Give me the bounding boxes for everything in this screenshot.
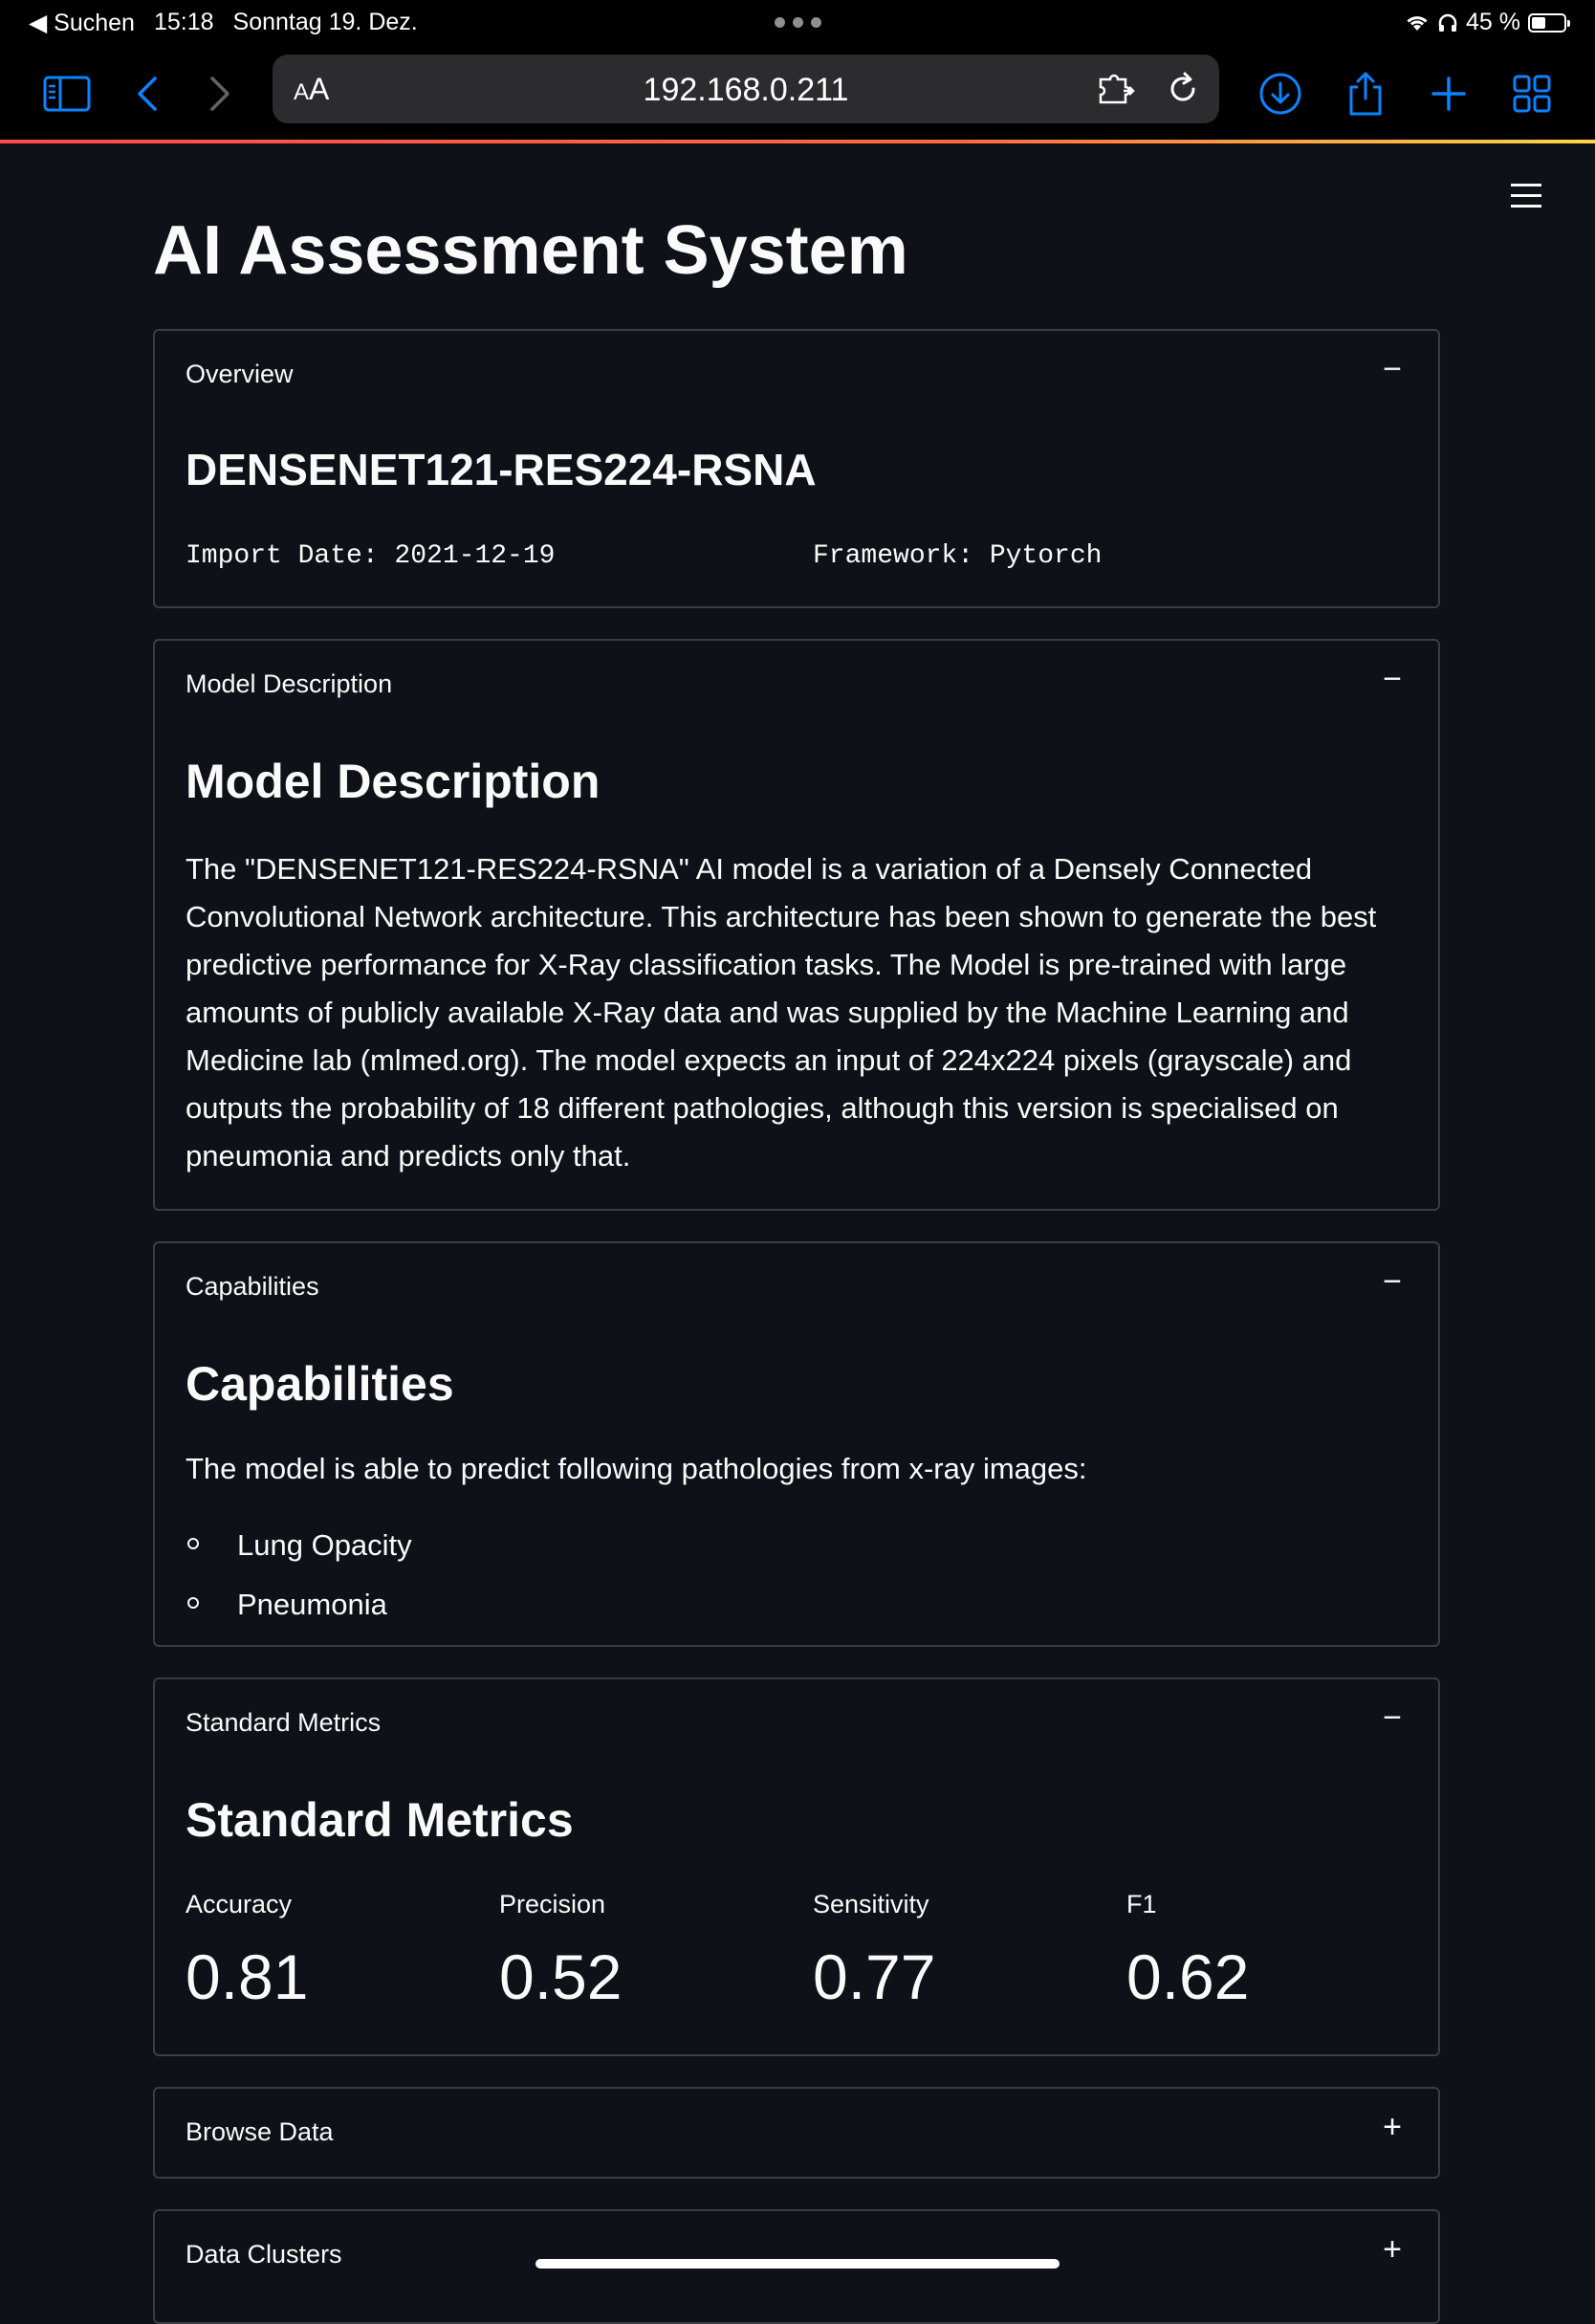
page-title: AI Assessment System: [153, 212, 908, 289]
model-description-text: The "DENSENET121-RES224-RSNA" AI model i…: [186, 852, 1377, 1173]
standard-metrics-panel: Standard Metrics − Standard Metrics Accu…: [153, 1677, 1440, 2056]
bullet-icon: [187, 1538, 199, 1549]
metric-value: 0.77: [813, 1941, 936, 2012]
expand-icon[interactable]: +: [1375, 2110, 1409, 2144]
tab-overview-icon[interactable]: [1505, 67, 1559, 121]
wifi-icon: [1407, 15, 1428, 31]
standard-metrics-heading: Standard Metrics: [186, 1793, 574, 1847]
reload-icon[interactable]: [1164, 70, 1202, 108]
metric-precision: Precision 0.52: [499, 1890, 622, 2013]
forward-chevron-icon[interactable]: [193, 67, 247, 121]
metric-label: F1: [1126, 1890, 1157, 1918]
list-item: Pneumonia: [186, 1588, 412, 1647]
metric-accuracy: Accuracy 0.81: [186, 1890, 308, 2013]
bullet-icon: [187, 1597, 199, 1609]
collapse-icon[interactable]: −: [1375, 662, 1409, 696]
metric-value: 0.81: [186, 1941, 309, 2012]
url-text[interactable]: 192.168.0.211: [273, 72, 1219, 109]
address-bar[interactable]: AA 192.168.0.211: [273, 55, 1219, 123]
status-date: Sonntag 19. Dez.: [232, 9, 418, 35]
browse-data-panel[interactable]: Browse Data +: [153, 2087, 1440, 2179]
collapse-icon[interactable]: −: [1375, 1700, 1409, 1735]
collapse-icon[interactable]: −: [1375, 352, 1409, 386]
model-description-expander-header[interactable]: Model Description: [186, 669, 392, 699]
metric-value: 0.62: [1126, 1941, 1250, 2012]
overview-expander-header[interactable]: Overview: [186, 360, 294, 389]
model-description-heading: Model Description: [186, 755, 601, 808]
model-description-panel: Model Description − Model Description Th…: [153, 639, 1440, 1211]
back-to-app-link[interactable]: ◀ Suchen: [29, 9, 135, 37]
headphones-icon: [1438, 13, 1457, 32]
status-time: 15:18: [153, 9, 214, 35]
list-item: Lung Opacity: [186, 1528, 412, 1588]
expand-icon[interactable]: +: [1375, 2232, 1409, 2267]
back-chevron-icon[interactable]: [120, 67, 174, 121]
collapse-icon[interactable]: −: [1375, 1264, 1409, 1299]
new-tab-plus-icon[interactable]: [1422, 67, 1475, 121]
model-name-heading: DENSENET121-RES224-RSNA: [186, 445, 817, 494]
metric-sensitivity: Sensitivity 0.77: [813, 1890, 935, 2013]
extensions-icon[interactable]: [1097, 70, 1137, 108]
metric-f1: F1 0.62: [1126, 1890, 1249, 2013]
pathology-label: Pneumonia: [237, 1588, 387, 1621]
sidebar-toggle-icon[interactable]: [40, 67, 94, 121]
browser-toolbar: AA 192.168.0.211: [0, 46, 1595, 142]
battery-icon: [1528, 12, 1570, 33]
metric-label: Sensitivity: [813, 1890, 929, 1918]
metric-label: Accuracy: [186, 1890, 293, 1918]
import-date: Import Date: 2021-12-19: [186, 541, 556, 571]
framework: Framework: Pytorch: [813, 541, 1103, 571]
capabilities-heading: Capabilities: [186, 1357, 454, 1411]
metric-label: Precision: [499, 1890, 606, 1918]
overview-panel: Overview − DENSENET121-RES224-RSNA Impor…: [153, 329, 1440, 608]
data-clusters-expander-header[interactable]: Data Clusters: [186, 2240, 342, 2269]
downloads-icon[interactable]: [1254, 67, 1307, 121]
hamburger-icon[interactable]: [1511, 184, 1541, 208]
page-load-progress-bar: [0, 140, 1595, 143]
pathology-label: Lung Opacity: [237, 1528, 412, 1562]
capabilities-intro: The model is able to predict following p…: [186, 1452, 1087, 1485]
capabilities-panel: Capabilities − Capabilities The model is…: [153, 1241, 1440, 1647]
pathology-list: Lung Opacity Pneumonia: [186, 1528, 412, 1647]
home-indicator[interactable]: [535, 2259, 1060, 2269]
multitasking-dots-icon[interactable]: [775, 17, 821, 28]
standard-metrics-expander-header[interactable]: Standard Metrics: [186, 1708, 381, 1738]
browse-data-expander-header[interactable]: Browse Data: [186, 2117, 334, 2147]
share-icon[interactable]: [1339, 67, 1392, 121]
status-bar: ◀ Suchen 15:18 Sonntag 19. Dez. 45 %: [0, 0, 1595, 46]
battery-percentage: 45 %: [1466, 9, 1520, 35]
metric-value: 0.52: [499, 1941, 623, 2012]
capabilities-expander-header[interactable]: Capabilities: [186, 1272, 319, 1302]
